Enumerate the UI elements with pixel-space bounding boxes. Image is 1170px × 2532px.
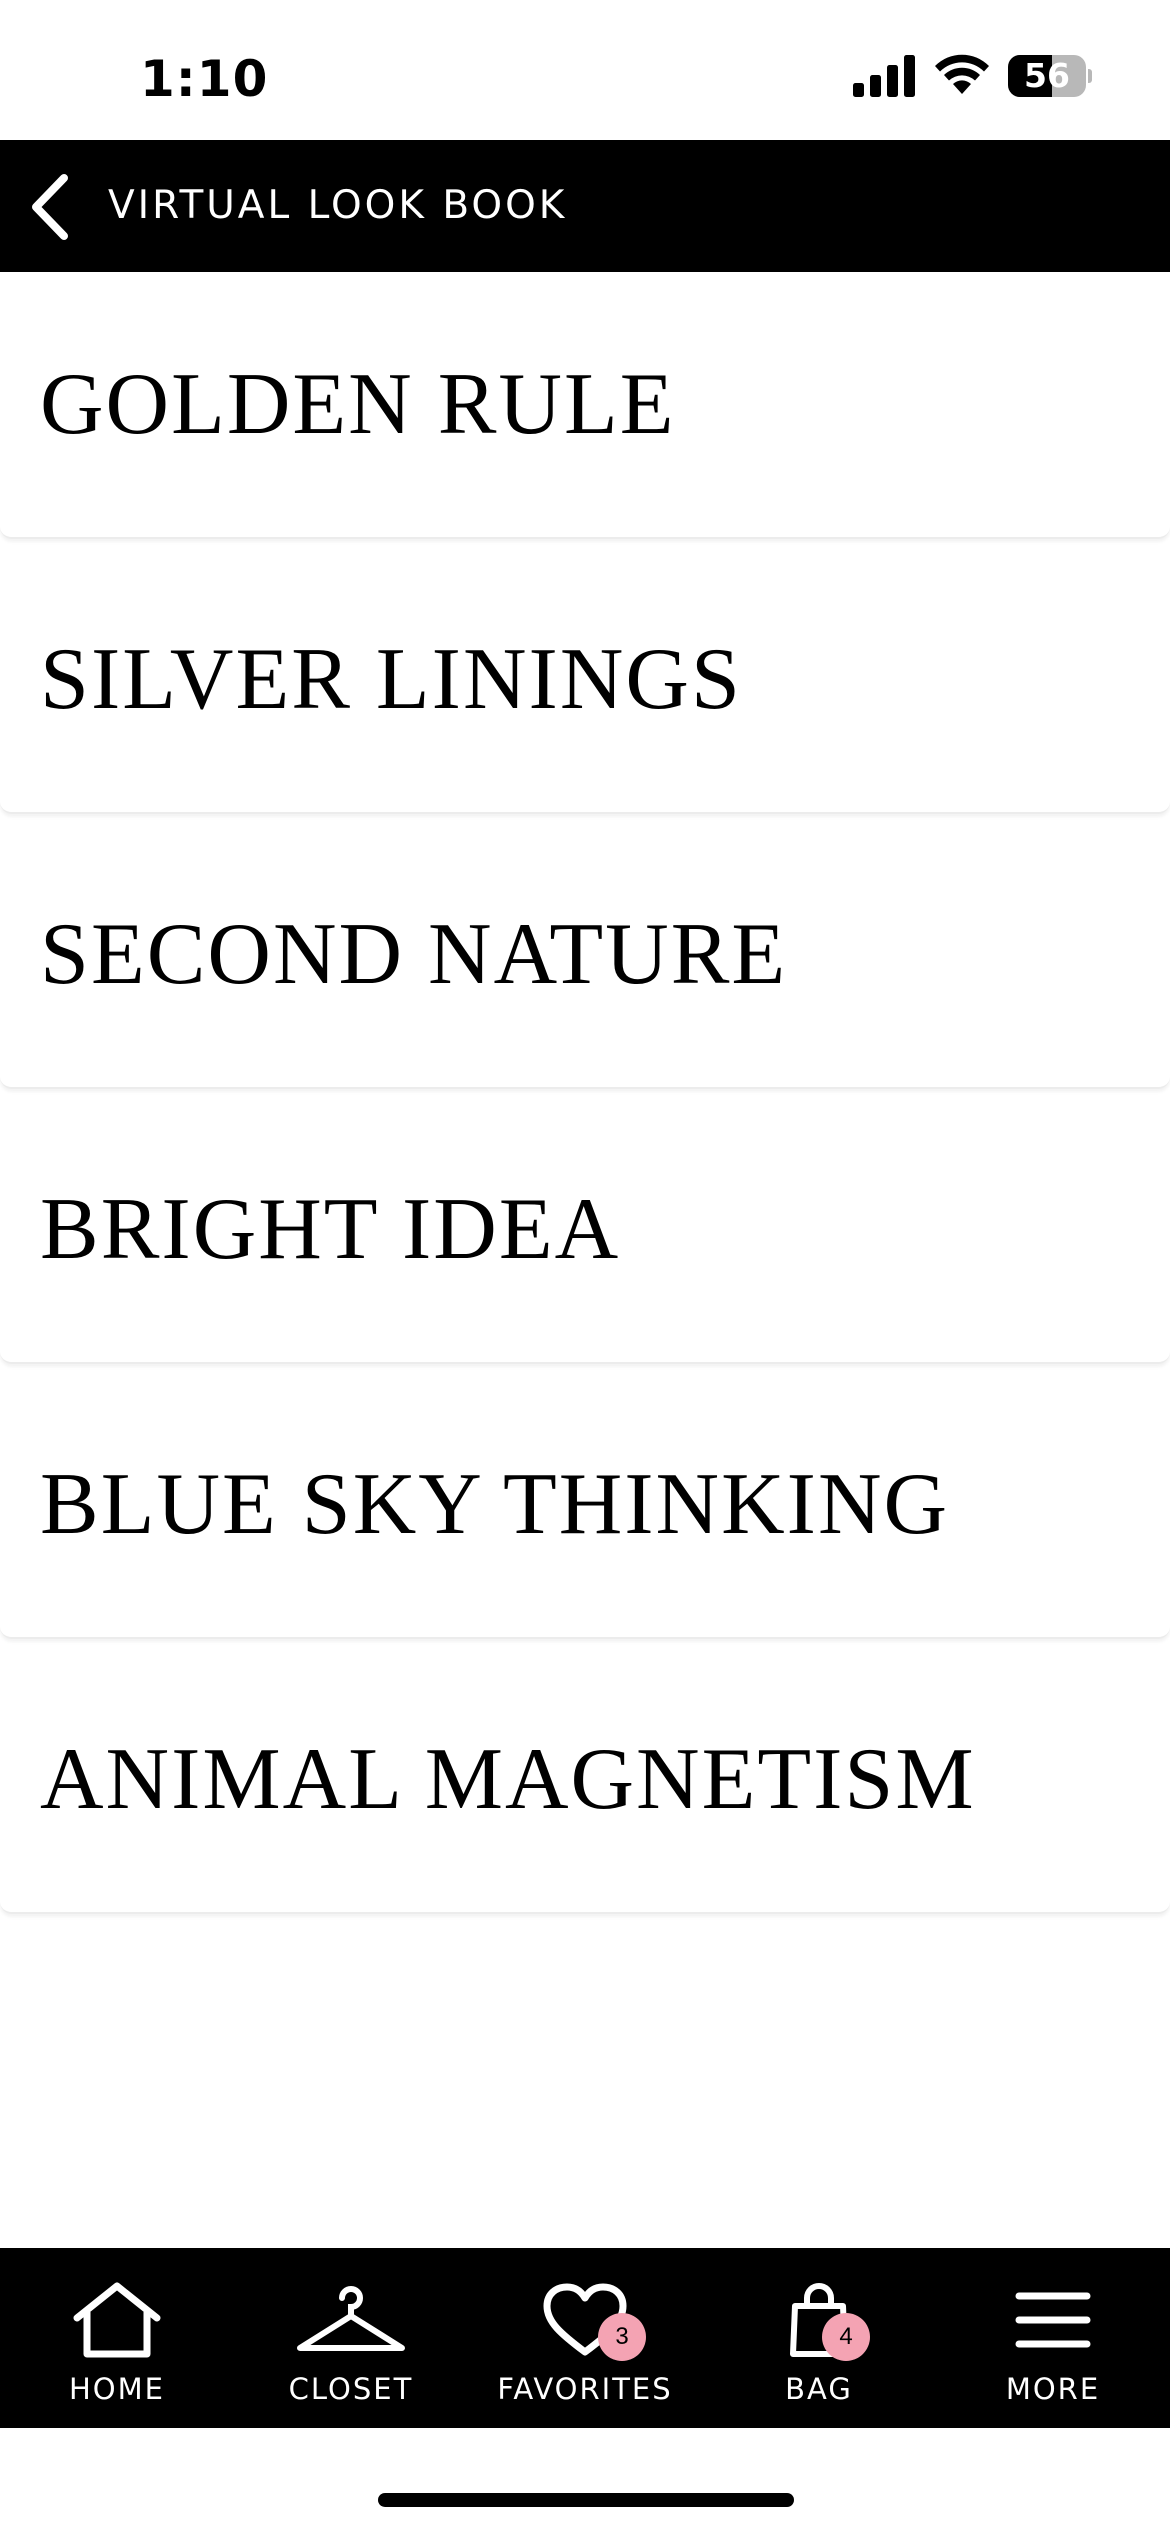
look-card-golden-rule[interactable]: GOLDEN RULE	[0, 272, 1170, 539]
look-card-second-nature[interactable]: SECOND NATURE	[0, 822, 1170, 1089]
battery-level: 56	[1024, 56, 1070, 95]
look-card-bright-idea[interactable]: BRIGHT IDEA	[0, 1097, 1170, 1364]
status-bar: 1:10 56	[0, 0, 1170, 140]
battery-icon: 56	[1008, 55, 1092, 97]
look-title: BRIGHT IDEA	[40, 1181, 621, 1278]
tab-label: BAG	[785, 2372, 853, 2406]
tab-more[interactable]: MORE	[936, 2248, 1170, 2428]
bag-count-badge: 4	[822, 2313, 870, 2361]
tab-closet[interactable]: CLOSET	[234, 2248, 468, 2428]
tab-bar: HOME CLOSET 3 FAVORITES 4 BAG MORE	[0, 2248, 1170, 2428]
app-header: VIRTUAL LOOK BOOK	[0, 140, 1170, 272]
look-title: GOLDEN RULE	[40, 356, 676, 453]
look-title: ANIMAL MAGNETISM	[40, 1731, 976, 1828]
tab-label: FAVORITES	[497, 2372, 673, 2406]
look-title: SILVER LININGS	[40, 631, 742, 728]
tab-label: MORE	[1005, 2372, 1101, 2406]
look-card-silver-linings[interactable]: SILVER LININGS	[0, 547, 1170, 814]
favorites-count-badge: 3	[598, 2313, 646, 2361]
status-time: 1:10	[140, 50, 269, 108]
hanger-icon	[297, 2286, 405, 2351]
home-icon	[73, 2282, 161, 2358]
cellular-signal-icon	[853, 55, 915, 97]
look-title: BLUE SKY THINKING	[40, 1456, 950, 1553]
tab-label: CLOSET	[288, 2372, 414, 2406]
tab-bag[interactable]: 4 BAG	[702, 2248, 936, 2428]
chevron-left-icon	[32, 174, 68, 240]
tab-label: HOME	[69, 2372, 165, 2406]
look-card-blue-sky-thinking[interactable]: BLUE SKY THINKING	[0, 1372, 1170, 1639]
look-card-animal-magnetism[interactable]: ANIMAL MAGNETISM	[0, 1647, 1170, 1914]
home-indicator[interactable]	[378, 2493, 794, 2507]
back-button[interactable]	[20, 166, 100, 246]
page-title: VIRTUAL LOOK BOOK	[108, 183, 568, 228]
tab-favorites[interactable]: 3 FAVORITES	[468, 2248, 702, 2428]
look-title: SECOND NATURE	[40, 906, 788, 1003]
look-list: GOLDEN RULE SILVER LININGS SECOND NATURE…	[0, 272, 1170, 1922]
wifi-icon	[935, 54, 989, 94]
tab-home[interactable]: HOME	[0, 2248, 234, 2428]
menu-icon	[1015, 2292, 1091, 2348]
